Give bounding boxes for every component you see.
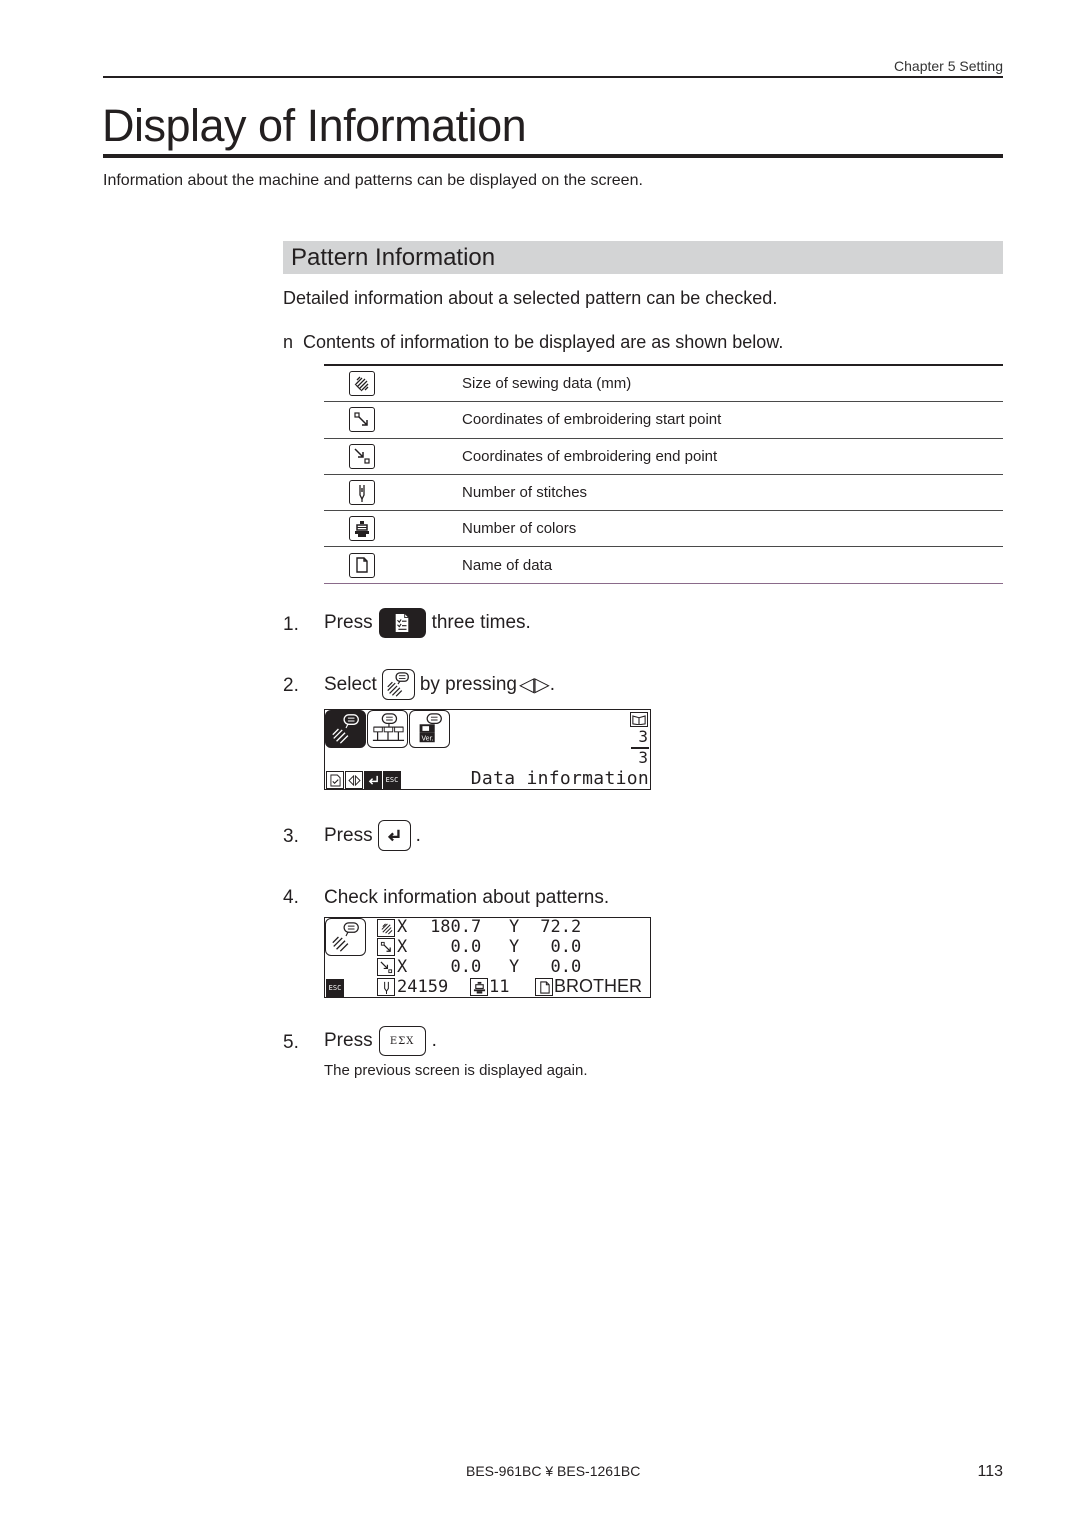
needle-stitches-icon: [349, 480, 375, 506]
page-total: 3: [638, 748, 648, 767]
y-label: Y: [509, 917, 520, 937]
start-point-icon: [349, 407, 375, 433]
page-number: 113: [977, 1463, 1003, 1480]
step-4: Check information about patterns.: [324, 887, 609, 909]
step-1-after: three times.: [431, 612, 531, 633]
table-row: Name of data: [324, 547, 1003, 584]
end-point-icon: [349, 443, 375, 469]
lcd-screen-menu: Ver. 3 3 ESC Data information: [324, 709, 651, 790]
left-right-key-icon[interactable]: [345, 771, 363, 789]
step-1: Press three times.: [324, 608, 531, 638]
lcd-screen-pattern-info: X 180.7 Y 72.2 X 0.0 Y 0.0 X 0.0 Y 0.0 ESC 24159 …: [324, 917, 651, 998]
esc-key-icon[interactable]: ESC: [383, 771, 401, 789]
sewing-size-icon: [377, 919, 395, 937]
step-5: Press ΕΣΧ .: [324, 1026, 437, 1056]
step-3: Press .: [324, 820, 421, 851]
start-point-icon: [377, 938, 395, 956]
table-row-label: Number of colors: [462, 520, 577, 538]
step-3-before: Press: [324, 824, 373, 846]
color-spool-icon: [470, 978, 488, 996]
step-2-number: 2.: [283, 675, 299, 696]
stitch-count: 24159: [397, 977, 449, 997]
y-label: Y: [509, 937, 520, 957]
table-row: Number of stitches: [324, 475, 1003, 512]
data-info-tile-selected[interactable]: [325, 710, 366, 748]
title-rule: [103, 154, 1003, 158]
table-row-label: Coordinates of embroidering start point: [462, 411, 722, 429]
size-y-value: 72.2: [540, 917, 582, 937]
step-2: Select by pressing ◁▷ .: [324, 669, 555, 700]
data-name-value: BROTHER: [554, 976, 643, 996]
step-5-before: Press: [324, 1030, 373, 1051]
document-icon: [349, 552, 375, 578]
section-title: Pattern Information: [291, 244, 496, 271]
end-y-value: 0.0: [550, 957, 582, 977]
x-label: X: [397, 917, 408, 937]
end-x-value: 0.0: [450, 957, 482, 977]
start-row: X 0.0 Y 0.0: [397, 937, 581, 957]
esc-key-icon[interactable]: ESC: [326, 979, 344, 997]
step-5-note: The previous screen is displayed again.: [324, 1062, 588, 1079]
step-3-after: .: [415, 824, 421, 846]
book-icon: [630, 712, 648, 727]
menu-button[interactable]: [378, 608, 426, 638]
x-label: X: [397, 937, 408, 957]
left-right-arrows-icon: ◁▷: [518, 674, 550, 696]
chapter-label: Chapter 5 Setting: [894, 58, 1003, 74]
color-count: 11: [489, 977, 510, 997]
sewing-size-icon: [349, 371, 375, 397]
table-row: Size of sewing data (mm): [324, 366, 1003, 403]
step-2-end: .: [549, 673, 556, 695]
end-point-icon: [377, 958, 395, 976]
step-4-number: 4.: [283, 887, 299, 908]
machine-info-tile[interactable]: [367, 710, 408, 748]
step-2-before: Select: [324, 673, 377, 695]
lcd-caption: Data information: [470, 768, 649, 789]
step-3-number: 3.: [283, 826, 299, 847]
step-5-number: 5.: [283, 1032, 299, 1053]
data-info-icon[interactable]: [381, 669, 415, 700]
start-y-value: 0.0: [550, 937, 582, 957]
table-row-label: Coordinates of embroidering end point: [462, 447, 718, 465]
table-row-label: Name of data: [462, 556, 553, 574]
y-label: Y: [509, 957, 520, 977]
enter-key-icon[interactable]: [364, 771, 382, 789]
color-spool-icon: [349, 516, 375, 542]
needle-stitches-icon: [377, 978, 395, 996]
step-5-after: .: [431, 1030, 437, 1051]
end-row: X 0.0 Y 0.0: [397, 957, 581, 977]
step-2-after: by pressing: [419, 673, 517, 695]
table-row-label: Size of sewing data (mm): [462, 375, 632, 393]
ver-label: Ver.: [421, 734, 433, 742]
data-info-tile: [325, 918, 366, 956]
size-x-value: 180.7: [430, 917, 482, 937]
table-row: Coordinates of embroidering start point: [324, 402, 1003, 439]
enter-button[interactable]: [377, 820, 411, 851]
step-1-number: 1.: [283, 614, 299, 635]
table-row: Coordinates of embroidering end point: [324, 439, 1003, 475]
page-title: Display of Information: [102, 100, 527, 151]
start-x-value: 0.0: [450, 937, 482, 957]
esc-key-label: ESC: [328, 984, 342, 992]
bullet-marker: n: [283, 332, 294, 352]
esc-button[interactable]: ΕΣΧ: [378, 1026, 426, 1056]
check-key-icon[interactable]: [326, 771, 344, 789]
version-info-tile[interactable]: Ver.: [409, 710, 450, 748]
table-row: Number of colors: [324, 511, 1003, 548]
bullet-line: n Contents of information to be displaye…: [283, 332, 783, 353]
bullet-text: Contents of information to be displayed …: [303, 332, 784, 352]
header-rule: [103, 76, 1003, 78]
page-current: 3: [638, 727, 648, 746]
section-description: Detailed information about a selected pa…: [283, 288, 778, 308]
intro-text: Information about the machine and patter…: [103, 172, 643, 189]
footer-model: BES-961BC ¥ BES-1261BC: [466, 1463, 641, 1479]
esc-key-label: ESC: [385, 776, 399, 784]
step-4-text: Check information about patterns.: [324, 887, 610, 908]
table-row-label: Number of stitches: [462, 484, 588, 502]
document-icon: [535, 978, 553, 996]
step-1-before: Press: [324, 612, 373, 633]
x-label: X: [397, 957, 408, 977]
info-table: Size of sewing data (mm) Coordinates of …: [324, 364, 1003, 584]
size-row: X 180.7 Y 72.2: [397, 917, 581, 937]
